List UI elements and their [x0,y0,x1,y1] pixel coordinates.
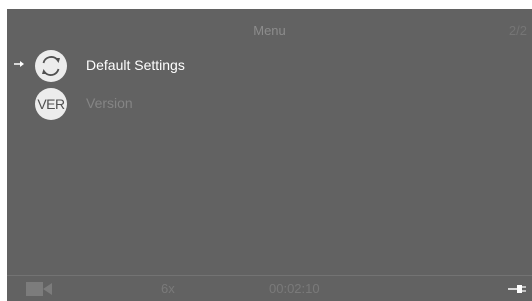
menu-item-version[interactable]: VER Version [7,87,307,121]
menu-item-default-settings[interactable]: Default Settings [7,49,307,83]
power-plug-icon [508,285,526,293]
camera-menu-screen: Menu 2/2 Default Settings VER Version 6x [7,9,532,301]
menu-item-label: Version [86,95,133,111]
menu-title: Menu [253,23,286,38]
version-icon: VER [35,88,67,120]
menu-item-label: Default Settings [86,57,185,73]
status-bar: 6x 00:02:10 [7,276,532,301]
selection-arrow-icon [14,61,24,67]
version-icon-text: VER [37,96,65,112]
reset-refresh-icon [35,50,67,82]
zoom-level: 6x [161,281,175,296]
video-camera-icon [26,282,52,296]
recording-time: 00:02:10 [269,281,320,296]
page-indicator: 2/2 [508,23,527,38]
